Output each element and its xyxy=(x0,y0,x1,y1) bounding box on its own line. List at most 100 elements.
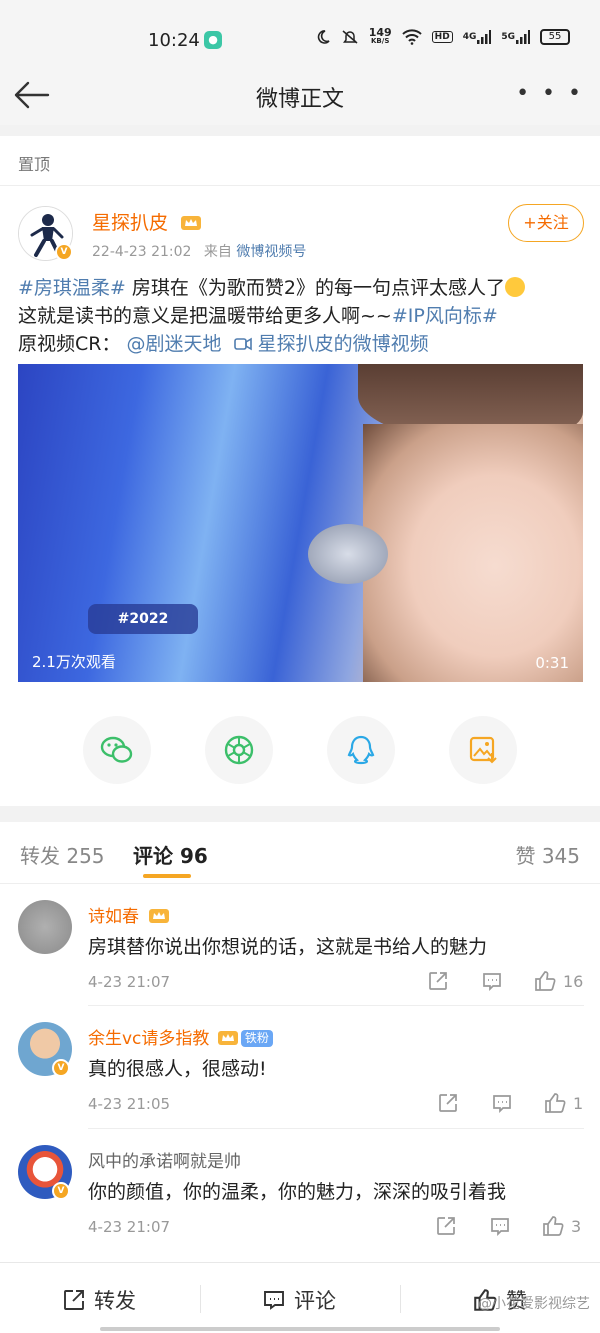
post-source-prefix: 来自 xyxy=(203,244,232,260)
comment-like-button[interactable]: 16 xyxy=(533,969,583,993)
comment-repost-button[interactable] xyxy=(437,1092,459,1114)
watermark: @小花爱影视综艺 xyxy=(478,1296,590,1312)
signal-5g-icon: 5G xyxy=(501,30,530,44)
verified-badge-icon: V xyxy=(55,243,73,261)
pinned-row: 置顶 xyxy=(0,136,600,186)
wifi-icon xyxy=(401,29,422,45)
member-crown-icon xyxy=(149,909,170,923)
comment-reply-button[interactable] xyxy=(489,1215,511,1237)
comment-list: 诗如春 房琪替你说出你想说的话，这就是书给人的魅力 4-23 21:07 16 … xyxy=(0,884,600,1264)
repost-icon xyxy=(439,1094,457,1112)
blushing-emoji-icon xyxy=(504,277,525,297)
follow-button[interactable]: +关注 xyxy=(508,204,584,242)
comment-item: 诗如春 房琪替你说出你想说的话，这就是书给人的魅力 4-23 21:07 16 xyxy=(0,884,600,1006)
comment-repost-button[interactable] xyxy=(427,970,449,992)
thumbs-up-icon xyxy=(545,1093,566,1113)
comment-time: 4-23 21:07 xyxy=(88,973,171,991)
comment-repost-button[interactable] xyxy=(435,1215,457,1237)
post-text: #房琪温柔# 房琪在《为歌而赞2》的每一句点评太感人了 这就是读书的意义是把温暖… xyxy=(18,274,588,358)
network-speed-value: 149 xyxy=(368,26,392,39)
commenter-name[interactable]: 余生vc请多指教 xyxy=(88,1029,209,1049)
pinned-label: 置顶 xyxy=(18,155,51,174)
hashtag-link[interactable]: #IP风向标# xyxy=(392,305,498,327)
comment-like-button[interactable]: 1 xyxy=(543,1091,583,1115)
tab-comment[interactable]: 评论 96 xyxy=(133,840,208,869)
video-caption-label: #2022 xyxy=(88,604,198,634)
commenter-avatar[interactable] xyxy=(18,900,72,954)
interaction-tabs: 转发 255 评论 96 赞 345 xyxy=(0,822,600,884)
hashtag-link[interactable]: #房琪温柔# xyxy=(18,277,126,299)
video-duration: 0:31 xyxy=(535,654,569,672)
home-indicator[interactable] xyxy=(100,1327,500,1331)
share-wechat-button[interactable] xyxy=(83,716,151,784)
tab-like[interactable]: 赞 345 xyxy=(515,840,580,869)
page-title: 微博正文 xyxy=(255,87,344,112)
comment-item: V 余生vc请多指教 铁粉 真的很感人，很感动! 4-23 21:05 1 xyxy=(0,1006,600,1129)
thumbs-up-icon xyxy=(535,971,556,991)
repost-button[interactable]: 转发 xyxy=(62,1285,136,1315)
signal-4g-icon: 4G xyxy=(463,30,492,44)
video-player[interactable]: #2022 2.1万次观看 0:31 xyxy=(18,364,583,682)
mute-bell-icon xyxy=(341,29,359,45)
network-speed: 149 KB/S xyxy=(368,26,392,46)
share-row xyxy=(0,716,600,786)
nav-bar: 微博正文 • • • xyxy=(0,65,600,125)
author-name[interactable]: 星探扒皮 xyxy=(92,212,168,234)
repost-label: 转发 xyxy=(94,1289,136,1313)
status-time: 10:24 xyxy=(148,30,200,51)
moments-icon xyxy=(224,735,254,765)
comment-text: 你的颜值，你的温柔，你的魅力，深深的吸引着我 xyxy=(88,1181,507,1203)
comment-icon xyxy=(493,1095,511,1114)
bottom-action-bar: 转发 评论 赞 @小花爱影视综艺 xyxy=(0,1262,600,1333)
post-source-link[interactable]: 微博视频号 xyxy=(236,244,306,260)
message-notification-icon: ● xyxy=(204,31,222,49)
commenter-name-row: 余生vc请多指教 铁粉 xyxy=(88,1024,273,1049)
post-card: V 星探扒皮 22-4-23 21:02 来自 微博视频号 +关注 #房琪温柔#… xyxy=(0,186,600,806)
tab-repost[interactable]: 转发 255 xyxy=(20,840,105,869)
active-tab-indicator xyxy=(143,874,191,878)
comment-reply-button[interactable] xyxy=(491,1092,513,1114)
comment-label: 评论 xyxy=(294,1289,336,1313)
comment-like-count: 1 xyxy=(573,1093,584,1113)
commenter-name[interactable]: 诗如春 xyxy=(88,907,139,927)
post-text-line1: 房琪在《为歌而赞2》的每一句点评太感人了 xyxy=(125,277,505,299)
comment-time: 4-23 21:07 xyxy=(88,1218,171,1236)
commenter-name[interactable]: 风中的承诺啊就是帅 xyxy=(88,1147,241,1172)
thumbs-up-icon xyxy=(543,1216,564,1236)
more-menu-button[interactable]: • • • xyxy=(516,81,584,106)
comment-icon xyxy=(491,1218,509,1237)
repost-icon xyxy=(437,1217,455,1235)
post-meta: 22-4-23 21:02 来自 微博视频号 xyxy=(92,241,306,261)
comment-like-count: 16 xyxy=(563,971,584,991)
video-camera-icon xyxy=(233,337,252,351)
fan-badge: 铁粉 xyxy=(240,1030,273,1047)
comment-reply-button[interactable] xyxy=(481,970,503,992)
repost-icon xyxy=(429,972,447,990)
video-link[interactable]: 星探扒皮的微博视频 xyxy=(233,333,429,355)
share-moments-button[interactable] xyxy=(205,716,273,784)
post-date: 22-4-23 21:02 xyxy=(92,244,192,260)
save-image-icon xyxy=(469,736,497,764)
status-icons: 149 KB/S HD 4G 5G 55 xyxy=(315,26,570,46)
wechat-icon xyxy=(100,736,133,763)
video-view-count: 2.1万次观看 xyxy=(32,653,116,671)
video-frame-microphone xyxy=(308,524,388,584)
commenter-name-row: 诗如春 xyxy=(88,902,170,927)
video-link-label: 星探扒皮的微博视频 xyxy=(257,333,429,355)
mention-link[interactable]: @剧迷天地 xyxy=(127,333,222,355)
sim2-label: 5G xyxy=(501,32,515,42)
share-qq-button[interactable] xyxy=(327,716,395,784)
bottom-separator xyxy=(200,1285,201,1313)
post-text-line2: 这就是读书的意义是把温暖带给更多人啊~~ xyxy=(18,305,392,327)
comment-like-button[interactable]: 3 xyxy=(541,1214,581,1238)
video-frame-face xyxy=(363,424,583,682)
member-crown-icon xyxy=(180,213,202,231)
comment-text: 真的很感人，很感动! xyxy=(88,1058,267,1080)
sim1-label: 4G xyxy=(462,32,477,42)
save-image-button[interactable] xyxy=(449,716,517,784)
battery-icon: 55 xyxy=(540,29,570,45)
repost-icon xyxy=(64,1290,84,1310)
comment-button[interactable]: 评论 xyxy=(262,1285,336,1315)
network-speed-unit: KB/S xyxy=(371,37,390,45)
comment-text: 房琪替你说出你想说的话，这就是书给人的魅力 xyxy=(88,936,488,958)
